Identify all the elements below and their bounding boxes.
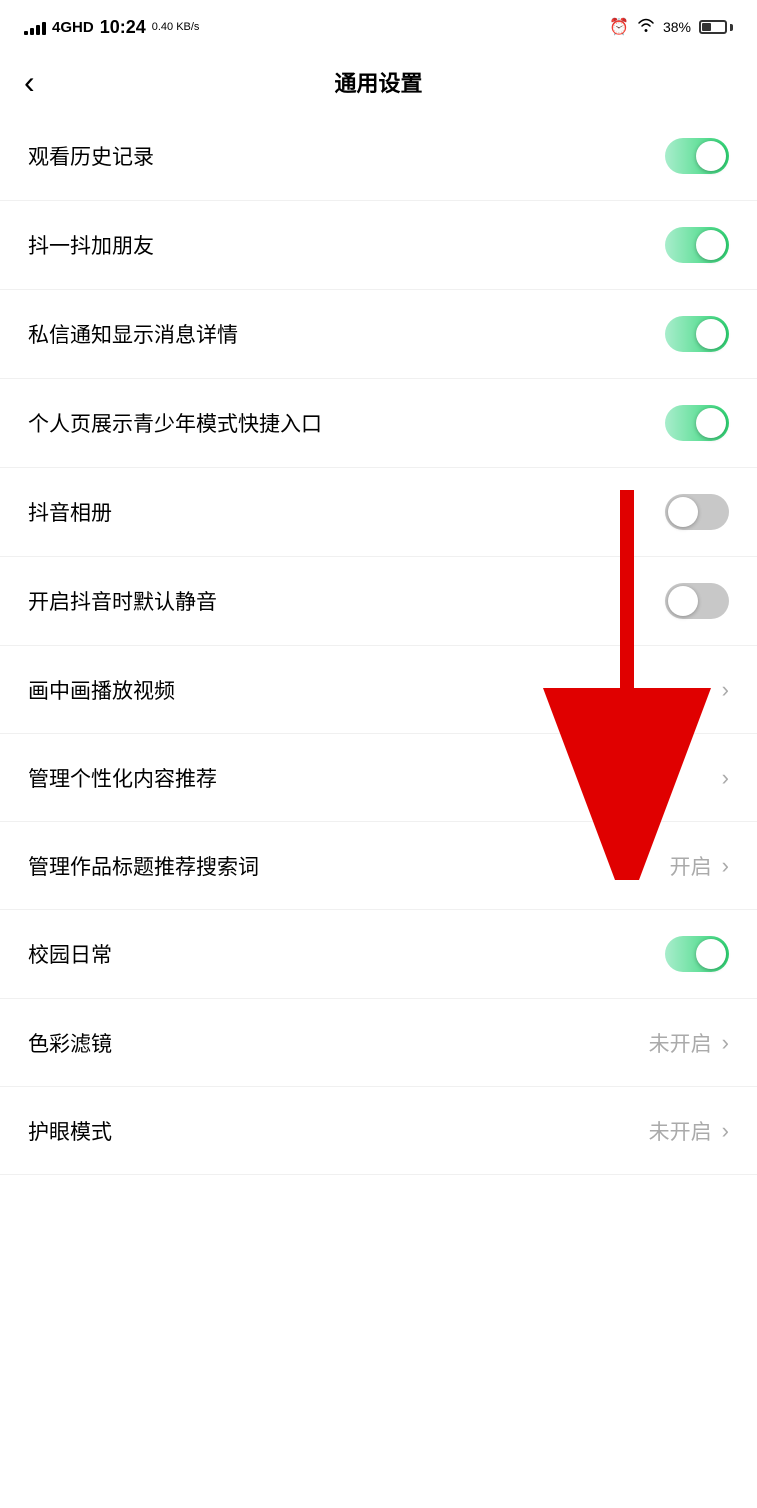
status-text-eye-care: 未开启 xyxy=(649,1116,712,1146)
toggle-default-mute[interactable] xyxy=(665,583,729,619)
setting-right-default-mute xyxy=(665,583,729,619)
battery-icon xyxy=(699,20,733,34)
page-title: 通用设置 xyxy=(334,66,422,98)
setting-right-watch-history xyxy=(665,138,729,174)
toggle-douyin-album[interactable] xyxy=(665,494,729,530)
setting-right-dm-notification-detail xyxy=(665,316,729,352)
setting-item-dm-notification-detail[interactable]: 私信通知显示消息详情 xyxy=(0,290,757,379)
setting-label-personalized-content: 管理个性化内容推荐 xyxy=(28,763,217,793)
toggle-dm-notification-detail[interactable] xyxy=(665,316,729,352)
setting-item-default-mute[interactable]: 开启抖音时默认静音 xyxy=(0,557,757,646)
setting-label-watch-history: 观看历史记录 xyxy=(28,141,154,171)
setting-right-douyin-album xyxy=(665,494,729,530)
setting-label-eye-care: 护眼模式 xyxy=(28,1116,112,1146)
setting-item-eye-care[interactable]: 护眼模式 未开启 › xyxy=(0,1087,757,1175)
setting-label-douyin-album: 抖音相册 xyxy=(28,497,112,527)
status-right: ⏰ 38% xyxy=(609,17,733,37)
setting-label-default-mute: 开启抖音时默认静音 xyxy=(28,586,217,616)
setting-right-color-filter: 未开启 › xyxy=(649,1028,729,1058)
chevron-eye-care: › xyxy=(722,1118,729,1144)
chevron-title-recommend: › xyxy=(722,853,729,879)
setting-item-youth-mode-shortcut[interactable]: 个人页展示青少年模式快捷入口 xyxy=(0,379,757,468)
toggle-watch-history[interactable] xyxy=(665,138,729,174)
setting-item-campus-daily[interactable]: 校园日常 xyxy=(0,910,757,999)
toggle-shake-add-friend[interactable] xyxy=(665,227,729,263)
setting-item-shake-add-friend[interactable]: 抖一抖加朋友 xyxy=(0,201,757,290)
signal-icon xyxy=(24,19,46,35)
chevron-color-filter: › xyxy=(722,1030,729,1056)
toggle-youth-mode-shortcut[interactable] xyxy=(665,405,729,441)
setting-right-title-recommend: 开启 › xyxy=(670,851,729,881)
status-text-title-recommend: 开启 xyxy=(670,851,712,881)
setting-label-shake-add-friend: 抖一抖加朋友 xyxy=(28,230,154,260)
setting-right-eye-care: 未开启 › xyxy=(649,1116,729,1146)
battery-percentage: 38% xyxy=(663,19,691,35)
time: 10:24 xyxy=(100,17,146,38)
setting-right-personalized-content: › xyxy=(722,765,729,791)
back-button[interactable]: ‹ xyxy=(24,66,35,98)
status-text-color-filter: 未开启 xyxy=(649,1028,712,1058)
setting-label-dm-notification-detail: 私信通知显示消息详情 xyxy=(28,319,238,349)
alarm-icon: ⏰ xyxy=(609,17,629,37)
setting-right-youth-mode-shortcut xyxy=(665,405,729,441)
setting-label-campus-daily: 校园日常 xyxy=(28,939,112,969)
header: ‹ 通用设置 xyxy=(0,52,757,112)
status-left: 4GHD 10:24 0.40 KB/s xyxy=(24,17,199,38)
wifi-icon xyxy=(637,18,655,37)
status-bar: 4GHD 10:24 0.40 KB/s ⏰ 38% xyxy=(0,0,757,52)
setting-item-personalized-content[interactable]: 管理个性化内容推荐 › xyxy=(0,734,757,822)
setting-label-youth-mode-shortcut: 个人页展示青少年模式快捷入口 xyxy=(28,408,322,438)
setting-label-pip-video: 画中画播放视频 xyxy=(28,675,175,705)
setting-item-title-recommend[interactable]: 管理作品标题推荐搜索词 开启 › xyxy=(0,822,757,910)
chevron-pip-video: › xyxy=(722,677,729,703)
setting-right-shake-add-friend xyxy=(665,227,729,263)
speed: 0.40 KB/s xyxy=(152,21,200,33)
setting-item-watch-history[interactable]: 观看历史记录 xyxy=(0,112,757,201)
setting-right-campus-daily xyxy=(665,936,729,972)
setting-item-douyin-album[interactable]: 抖音相册 xyxy=(0,468,757,557)
setting-label-title-recommend: 管理作品标题推荐搜索词 xyxy=(28,851,259,881)
setting-label-color-filter: 色彩滤镜 xyxy=(28,1028,112,1058)
setting-item-color-filter[interactable]: 色彩滤镜 未开启 › xyxy=(0,999,757,1087)
settings-list: 观看历史记录抖一抖加朋友私信通知显示消息详情个人页展示青少年模式快捷入口抖音相册… xyxy=(0,112,757,1175)
toggle-campus-daily[interactable] xyxy=(665,936,729,972)
chevron-personalized-content: › xyxy=(722,765,729,791)
network-type: 4GHD xyxy=(52,19,94,36)
setting-right-pip-video: › xyxy=(722,677,729,703)
setting-item-pip-video[interactable]: 画中画播放视频 › xyxy=(0,646,757,734)
